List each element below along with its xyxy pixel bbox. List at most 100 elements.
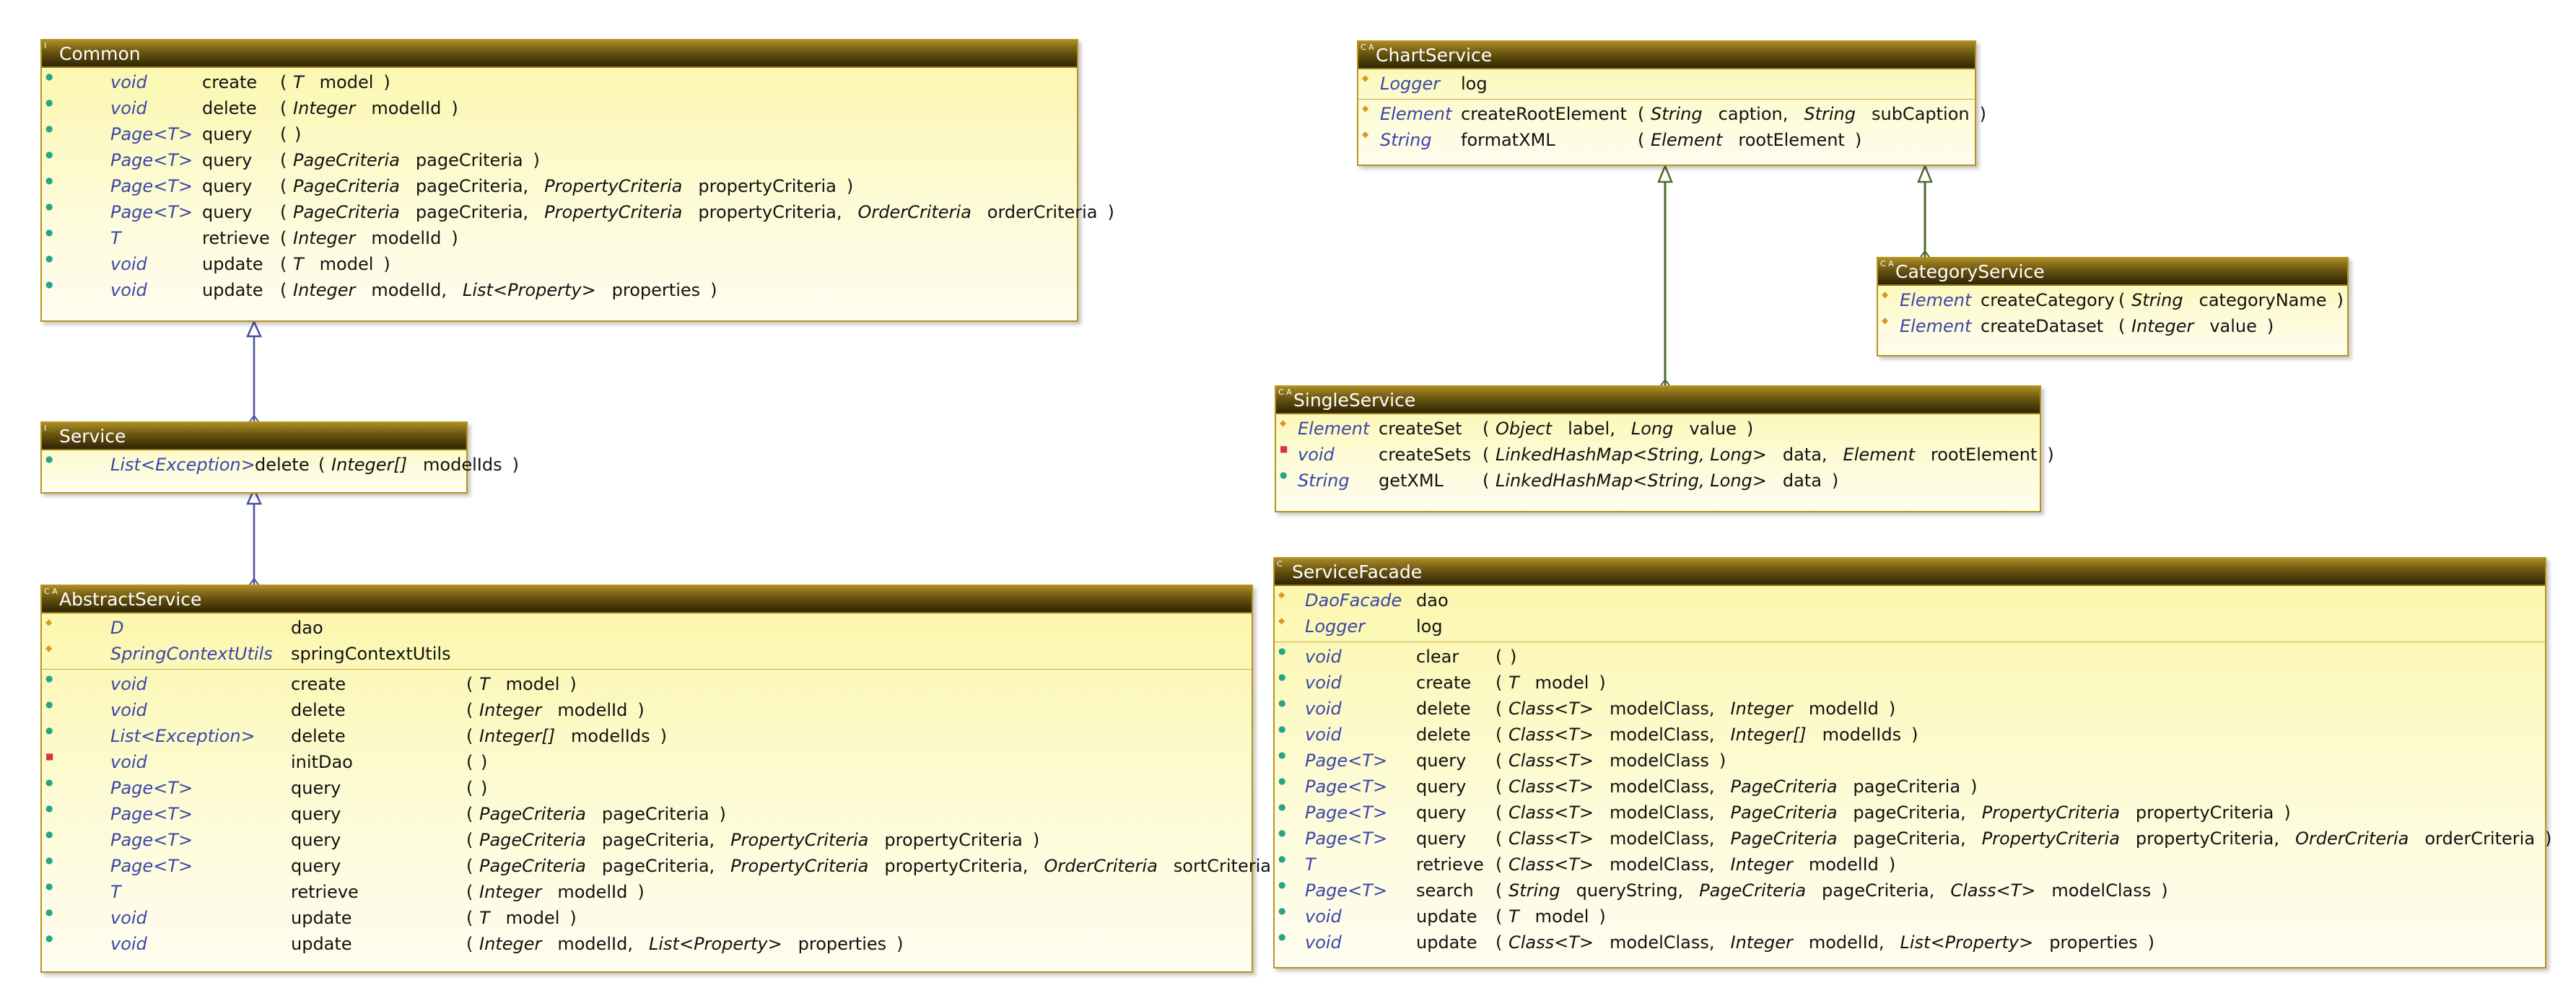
class-name: Service bbox=[59, 426, 126, 447]
param-name: modelId bbox=[1808, 854, 1879, 875]
operation-row[interactable]: ● Page<T> query (Class<T> modelClass, PageCri… bbox=[1275, 826, 2551, 852]
paren-close: ) bbox=[1719, 751, 1726, 771]
paren-open: ( bbox=[1496, 673, 1503, 693]
operation-row[interactable]: ● List<Exception> delete(Integer[] modelIds… bbox=[42, 452, 519, 478]
class-name: AbstractService bbox=[59, 589, 202, 610]
operation-row[interactable]: ● Page<T> query (PageCriteria pageCriteria) bbox=[42, 147, 1077, 173]
member-type: Page<T> bbox=[110, 176, 193, 196]
class-abstract-service[interactable]: C A AbstractService ◆ Ddao ◆ SpringContextU… bbox=[40, 585, 1288, 973]
param-type: Integer bbox=[2131, 316, 2194, 336]
operation-row[interactable]: ◆ Element createRootElement (String caption,… bbox=[1358, 101, 1986, 127]
pub-visibility-icon: ● bbox=[45, 855, 53, 865]
operation-row[interactable]: ● List<Exception> delete(Integer[] modelIds… bbox=[42, 723, 1252, 749]
operation-row[interactable]: ● void update (Tmodel) bbox=[1275, 904, 2545, 930]
operation-row[interactable]: ● void update (Class<T> modelClass, Integer mo… bbox=[1275, 930, 2545, 955]
pub-visibility-icon: ● bbox=[45, 881, 53, 891]
operation-row[interactable]: ◆ Element createDataset (Integer value) bbox=[1878, 313, 2347, 339]
class-category-service[interactable]: C A CategoryService ◆ Element createCatego… bbox=[1877, 257, 2349, 357]
paren-open: ( bbox=[318, 455, 326, 475]
operation-row[interactable]: ● Page<T> query (PageCriteria pageCriteria) bbox=[42, 801, 1252, 827]
field-row[interactable]: ◆ Ddao bbox=[42, 615, 1252, 641]
paren-close: ) bbox=[2266, 316, 2274, 336]
paren-open: ( bbox=[1496, 777, 1503, 797]
operation-row[interactable]: ● Page<T> query () bbox=[42, 121, 1077, 147]
param-type: List<Property> bbox=[649, 934, 782, 954]
member-name: query bbox=[202, 150, 253, 170]
param-type: String bbox=[1509, 880, 1560, 901]
operation-row[interactable]: ● Page<T> query (PageCriteria pageCriteria, P… bbox=[42, 199, 1114, 225]
paren-close: ) bbox=[2284, 802, 2291, 823]
param-name: modelClass, bbox=[1610, 777, 1715, 797]
class-common-header[interactable]: I Common bbox=[42, 40, 1077, 68]
operation-row[interactable]: ● Page<T> query (PageCriteria pageCriteria, P… bbox=[42, 853, 1288, 879]
field-row[interactable]: ◆ Logger log bbox=[1275, 613, 2545, 639]
pub-visibility-icon: ● bbox=[45, 673, 53, 683]
paren-close: ) bbox=[1979, 104, 1986, 124]
operation-row[interactable]: ● void update (Integer modelId, List<Property… bbox=[42, 277, 1077, 303]
field-row[interactable]: ◆ DaoFacade dao bbox=[1275, 587, 2545, 613]
class-abstract-service-header[interactable]: C A AbstractService bbox=[42, 586, 1252, 613]
pub-visibility-icon: ● bbox=[45, 253, 53, 263]
operation-row[interactable]: ● void update (Tmodel) bbox=[42, 251, 1077, 277]
param-name: pageCriteria, bbox=[1822, 880, 1935, 901]
operation-row[interactable]: ● void update (Integer modelId, List<Property… bbox=[42, 931, 1252, 957]
param-type: Class<T> bbox=[1950, 880, 2036, 901]
operation-row[interactable]: ■ void initDao () bbox=[42, 749, 1252, 775]
operation-row[interactable]: ◆ Element createCategory(String categoryNam… bbox=[1878, 287, 2347, 313]
operation-row[interactable]: ■ void createSets (LinkedHashMap<String, Lo… bbox=[1276, 442, 2054, 468]
paren-open: ( bbox=[280, 98, 287, 118]
field-row[interactable]: ◆ SpringContextUtils springContextUtils bbox=[42, 641, 1252, 667]
operation-row[interactable]: ● void create (Tmodel) bbox=[42, 671, 1252, 697]
paren-open: ( bbox=[1496, 751, 1503, 771]
operation-row[interactable]: ◆ Element createSet (Object label, Long value) bbox=[1276, 416, 2040, 442]
member-name: delete bbox=[291, 700, 346, 720]
operation-row[interactable]: ● void delete (Integer modelId) bbox=[42, 697, 1252, 723]
operation-row[interactable]: ● void create (Tmodel) bbox=[1275, 670, 2545, 696]
paren-open: ( bbox=[1483, 419, 1490, 439]
param-type: List<Property> bbox=[463, 280, 596, 300]
member-name: dao bbox=[1416, 590, 1449, 611]
member-type: Logger bbox=[1380, 74, 1441, 94]
param-type: Class<T> bbox=[1509, 725, 1594, 745]
param-type: Class<T> bbox=[1509, 854, 1594, 875]
class-common[interactable]: I Common ● void create (Tmodel) ● void delete (… bbox=[40, 39, 1114, 322]
operation-row[interactable]: ● void create (Tmodel) bbox=[42, 69, 1077, 95]
param-type: Integer bbox=[293, 98, 356, 118]
param-name: modelClass bbox=[2051, 880, 2152, 901]
operation-row[interactable]: ● Page<T> query (Class<T> modelClass) bbox=[1275, 748, 2545, 774]
operation-row[interactable]: ● Tretrieve (Class<T> modelClass, Integer mod… bbox=[1275, 852, 2545, 878]
operation-row[interactable]: ● Page<T> query (Class<T> modelClass, PageCri… bbox=[1275, 800, 2545, 826]
class-service[interactable]: I Service ● List<Exception> delete (Integer… bbox=[40, 421, 519, 494]
class-chart-service[interactable]: C A ChartService ◆ Logger log ◆ Element crea… bbox=[1357, 40, 1986, 166]
operation-row[interactable]: ● Page<T> query (PageCriteria pageCriteria, P… bbox=[42, 827, 1252, 853]
operation-row[interactable]: ● Page<T> search (String queryString, PageCri… bbox=[1275, 878, 2545, 904]
operation-row[interactable]: ● Page<T> query () bbox=[42, 775, 1252, 801]
operation-row[interactable]: ● void delete (Class<T> modelClass, Integer mo… bbox=[1275, 696, 2545, 722]
paren-open: ( bbox=[1638, 130, 1645, 150]
class-service-header[interactable]: I Service bbox=[42, 423, 466, 450]
member-type: Logger bbox=[1305, 616, 1366, 637]
abstract-class-badge-icon: C A bbox=[44, 587, 58, 596]
operation-row[interactable]: ● Page<T> query (Class<T> modelClass, PageCri… bbox=[1275, 774, 2545, 800]
pub-visibility-icon: ● bbox=[1280, 470, 1288, 480]
field-row[interactable]: ◆ Logger log bbox=[1358, 71, 1975, 97]
param-name: modelIds bbox=[423, 455, 502, 475]
class-name: CategoryService bbox=[1895, 261, 2045, 282]
param-name: properties bbox=[798, 934, 887, 954]
operation-row[interactable]: ● Tretrieve (Integer modelId) bbox=[42, 225, 1077, 251]
param-name: modelClass, bbox=[1610, 725, 1715, 745]
operation-row[interactable]: ● void clear () bbox=[1275, 644, 2545, 670]
operation-row[interactable]: ● void delete (Class<T> modelClass, Integer[]… bbox=[1275, 722, 2545, 748]
class-single-service[interactable]: C A SingleService ◆ Element createSet (Obje… bbox=[1275, 385, 2054, 512]
class-chart-service-header[interactable]: C A ChartService bbox=[1358, 42, 1975, 69]
class-service-facade-header[interactable]: C ServiceFacade bbox=[1275, 559, 2545, 586]
class-single-service-header[interactable]: C A SingleService bbox=[1276, 387, 2040, 414]
operation-row[interactable]: ● Page<T> query (PageCriteria pageCriteria, P… bbox=[42, 173, 1077, 199]
class-category-service-header[interactable]: C A CategoryService bbox=[1878, 258, 2347, 286]
operation-row[interactable]: ◆ String formatXML (Element rootElement) bbox=[1358, 127, 1975, 153]
class-service-facade[interactable]: C ServiceFacade ◆ DaoFacade dao ◆ Logger log … bbox=[1273, 557, 2551, 968]
operation-row[interactable]: ● void update (Tmodel) bbox=[42, 905, 1252, 931]
operation-row[interactable]: ● String getXML (LinkedHashMap<String, Long… bbox=[1276, 468, 2040, 494]
operation-row[interactable]: ● void delete (Integer modelId) bbox=[42, 95, 1077, 121]
operation-row[interactable]: ● Tretrieve (Integer modelId) bbox=[42, 879, 1252, 905]
